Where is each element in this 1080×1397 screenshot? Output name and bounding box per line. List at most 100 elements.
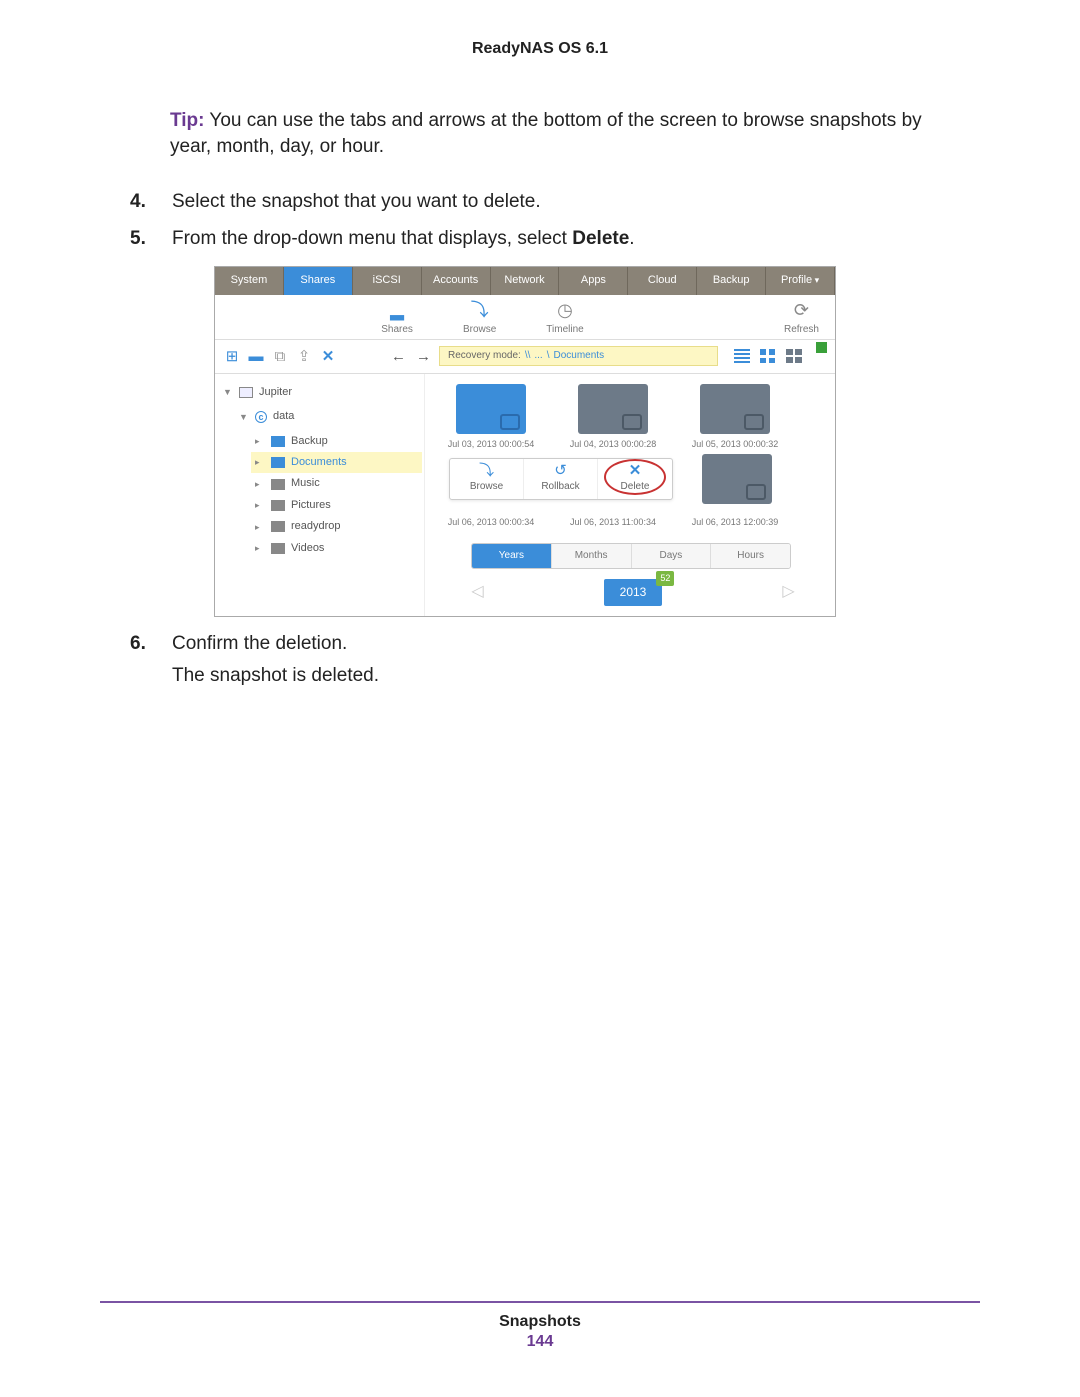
tree-icon[interactable]: ⊞: [223, 347, 241, 365]
toolbar: ⊞ ▬ ⧉ ⇪ ✕ ← → Recovery mode: \\ ... \ Do…: [215, 340, 835, 374]
folder-icon: [271, 521, 285, 532]
tree-folder-pictures[interactable]: ▸Pictures: [255, 495, 418, 516]
step-4: 4. Select the snapshot that you want to …: [130, 189, 980, 216]
tab-accounts[interactable]: Accounts: [422, 267, 491, 294]
time-tab-years[interactable]: Years: [472, 544, 552, 568]
tab-cloud[interactable]: Cloud: [628, 267, 697, 294]
view-grid-icon[interactable]: [760, 349, 776, 363]
twisty-icon[interactable]: ▸: [255, 478, 265, 491]
doc-footer: Snapshots 144: [100, 1301, 980, 1351]
back-arrow-icon[interactable]: ←: [389, 346, 408, 367]
tab-shares[interactable]: Shares: [284, 267, 353, 294]
upload-icon[interactable]: ⇪: [295, 347, 313, 365]
rollback-icon: ↺: [554, 463, 567, 478]
tab-backup[interactable]: Backup: [697, 267, 766, 294]
folder-icon: [271, 543, 285, 554]
forward-arrow-icon[interactable]: →: [414, 346, 433, 367]
twisty-icon[interactable]: ▼: [239, 411, 249, 424]
tree-folder-music[interactable]: ▸ Music: [255, 473, 418, 494]
sub-nav: ▂ Shares ⤵ Browse ◷ Timeline ⟳ Refresh: [215, 295, 835, 340]
tree-host[interactable]: ▼ Jupiter ▼ c data ▸Backup: [223, 382, 418, 565]
fullscreen-icon[interactable]: [816, 342, 827, 353]
snapshot-timestamp: Jul 03, 2013 00:00:54: [443, 438, 539, 451]
footer-section: Snapshots: [100, 1313, 980, 1331]
step-num: 6.: [130, 631, 146, 658]
snapshot-icon: [702, 454, 772, 504]
snapshot-item[interactable]: [689, 454, 785, 508]
snapshot-item-selected[interactable]: Jul 03, 2013 00:00:54: [443, 384, 539, 451]
snapshot-timestamp: Jul 04, 2013 00:00:28: [565, 438, 661, 451]
tree-folder-backup[interactable]: ▸ Backup: [255, 431, 418, 452]
snapshot-timestamp: Jul 05, 2013 00:00:32: [687, 438, 783, 451]
next-year-icon[interactable]: ▷: [782, 581, 794, 603]
view-list-icon[interactable]: [734, 349, 750, 363]
tree-volume[interactable]: ▼ c data ▸Backup ▸Documents ▸Music ▸Pict…: [239, 406, 418, 562]
tab-profile[interactable]: Profile: [766, 267, 835, 294]
snapshot-item[interactable]: Jul 05, 2013 00:00:32: [687, 384, 783, 451]
bc-leaf: Documents: [554, 349, 605, 363]
tree-label: Music: [291, 476, 320, 491]
year-selector: ◁ 2013 52 ▷: [443, 579, 823, 606]
tip-label: Tip:: [170, 110, 204, 131]
twisty-icon[interactable]: ▸: [255, 456, 265, 469]
context-menu: ⤵ Browse ↺ Rollback ✕ Delete: [449, 458, 673, 500]
year-value: 2013: [620, 585, 647, 599]
ctx-delete[interactable]: ✕ Delete: [598, 459, 672, 499]
tree-folder-videos[interactable]: ▸Videos: [255, 538, 418, 559]
subnav-browse[interactable]: ⤵ Browse: [463, 301, 496, 337]
ctx-rollback[interactable]: ↺ Rollback: [524, 459, 598, 499]
year-chip[interactable]: 2013 52: [604, 579, 663, 606]
prev-year-icon[interactable]: ◁: [471, 581, 483, 603]
tree-label: Jupiter: [259, 385, 292, 400]
subnav-label: Shares: [381, 323, 413, 337]
tree-folder-readydrop[interactable]: ▸ readydrop: [255, 516, 418, 537]
newfolder-icon[interactable]: ▬: [247, 347, 265, 365]
step-text: Confirm the deletion.: [172, 633, 347, 654]
view-large-icon[interactable]: [786, 349, 802, 363]
bc-mode: Recovery mode:: [448, 349, 521, 363]
subnav-timeline[interactable]: ◷ Timeline: [546, 301, 583, 337]
time-tab-months[interactable]: Months: [552, 544, 632, 568]
tree-label: Backup: [291, 434, 328, 449]
year-count-badge: 52: [656, 571, 674, 586]
ctx-browse[interactable]: ⤵ Browse: [450, 459, 524, 499]
time-tab-days[interactable]: Days: [632, 544, 712, 568]
time-tab-hours[interactable]: Hours: [711, 544, 790, 568]
twisty-icon[interactable]: ▸: [255, 499, 265, 512]
snapshot-item: Jul 06, 2013 12:00:39: [687, 510, 783, 529]
view-mode: [734, 349, 802, 363]
tab-system[interactable]: System: [215, 267, 284, 294]
subnav-refresh[interactable]: ⟳ Refresh: [784, 301, 819, 337]
footer-rule: [100, 1301, 980, 1303]
step-5c: .: [629, 228, 634, 249]
tree-label: readydrop: [291, 519, 341, 534]
browse-icon: ⤵: [469, 301, 491, 321]
tab-network[interactable]: Network: [491, 267, 560, 294]
subnav-shares[interactable]: ▂ Shares: [381, 301, 413, 337]
snapshot-timestamp: Jul 06, 2013 12:00:39: [687, 516, 783, 529]
folder-icon: [271, 457, 285, 468]
refresh-icon: ⟳: [790, 301, 812, 321]
twisty-icon[interactable]: ▼: [223, 386, 233, 399]
delete-icon: ✕: [629, 463, 642, 478]
tree-folder-documents[interactable]: ▸Documents: [251, 452, 422, 473]
copy-icon[interactable]: ⧉: [271, 347, 289, 365]
breadcrumb[interactable]: Recovery mode: \\ ... \ Documents: [439, 346, 718, 366]
twisty-icon[interactable]: ▸: [255, 435, 265, 448]
twisty-icon[interactable]: ▸: [255, 521, 265, 534]
volume-icon: c: [255, 411, 267, 423]
folder-icon: [271, 436, 285, 447]
time-tabs: Years Months Days Hours: [471, 543, 791, 569]
step-6: 6. Confirm the deletion. The snapshot is…: [130, 631, 980, 690]
tab-iscsi[interactable]: iSCSI: [353, 267, 422, 294]
steps-list: 4. Select the snapshot that you want to …: [130, 189, 980, 690]
doc-header: ReadyNAS OS 6.1: [100, 40, 980, 58]
ctx-label: Rollback: [541, 480, 579, 494]
snapshot-timestamp: Jul 06, 2013 11:00:34: [565, 516, 661, 529]
step-text: From the drop-down menu that displays, s…: [172, 228, 635, 249]
tab-apps[interactable]: Apps: [559, 267, 628, 294]
ui-screenshot: System Shares iSCSI Accounts Network App…: [214, 266, 836, 616]
snapshot-item[interactable]: Jul 04, 2013 00:00:28: [565, 384, 661, 451]
twisty-icon[interactable]: ▸: [255, 542, 265, 555]
delete-icon[interactable]: ✕: [319, 347, 337, 365]
